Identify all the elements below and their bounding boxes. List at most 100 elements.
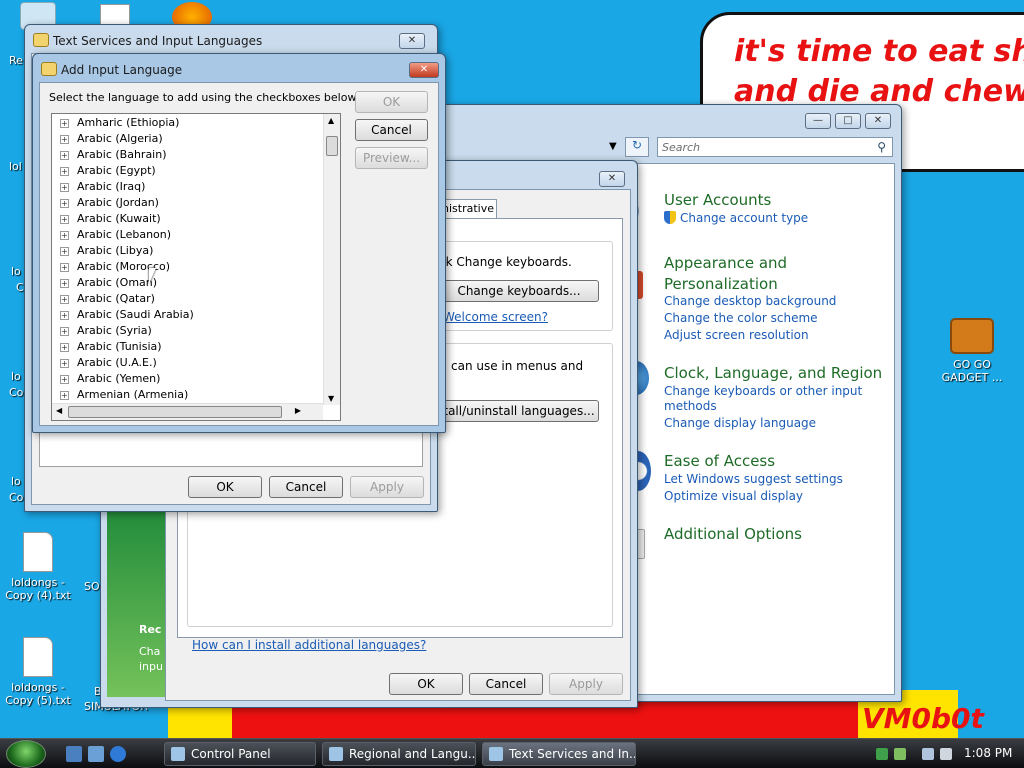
scroll-thumb[interactable] xyxy=(68,406,282,418)
keyboard-icon xyxy=(41,62,57,76)
expand-icon[interactable]: + xyxy=(60,198,69,208)
scroll-right-arrow-icon[interactable]: ▶ xyxy=(295,406,301,415)
tray-display-icon[interactable] xyxy=(922,748,934,760)
expand-icon[interactable]: + xyxy=(60,342,69,352)
expand-icon[interactable]: + xyxy=(60,278,69,288)
add-language-preview-button[interactable]: Preview... xyxy=(355,147,428,169)
expand-icon[interactable]: + xyxy=(60,182,69,192)
optimize-visual-display-link[interactable]: Optimize visual display xyxy=(664,489,803,503)
search-input[interactable]: Search ⚲ xyxy=(657,137,893,157)
tray-language-icon[interactable] xyxy=(876,748,888,760)
vertical-scrollbar[interactable]: ▲ ▼ xyxy=(323,114,340,405)
desktop-file-icon[interactable]: loldongs - Copy (5).txt xyxy=(3,637,73,707)
language-item[interactable]: + Arabic (Libya) xyxy=(60,243,153,259)
language-item[interactable]: + Arabic (Saudi Arabia) xyxy=(60,307,194,323)
internet-explorer-icon[interactable] xyxy=(110,746,126,762)
search-icon[interactable]: ⚲ xyxy=(877,140,886,154)
language-item[interactable]: + Arabic (Kuwait) xyxy=(60,211,161,227)
taskbar-item-regional[interactable]: Regional and Langu... xyxy=(322,742,476,766)
suggest-settings-link[interactable]: Let Windows suggest settings xyxy=(664,472,843,486)
scroll-up-arrow-icon[interactable]: ▲ xyxy=(328,116,334,125)
expand-icon[interactable]: + xyxy=(60,358,69,368)
language-item[interactable]: + Arabic (Bahrain) xyxy=(60,147,167,163)
expand-icon[interactable]: + xyxy=(60,230,69,240)
scroll-down-arrow-icon[interactable]: ▼ xyxy=(328,394,334,403)
expand-icon[interactable]: + xyxy=(60,150,69,160)
scroll-thumb[interactable] xyxy=(326,136,338,156)
language-item[interactable]: + Amharic (Ethiopia) xyxy=(60,115,179,131)
change-desktop-background-link[interactable]: Change desktop background xyxy=(664,294,836,308)
expand-icon[interactable]: + xyxy=(60,262,69,272)
expand-icon[interactable]: + xyxy=(60,166,69,176)
text-services-apply-button[interactable]: Apply xyxy=(350,476,424,498)
close-button[interactable]: ✕ xyxy=(399,33,425,49)
change-keyboards-button[interactable]: Change keyboards... xyxy=(439,280,599,302)
taskbar-item-control-panel[interactable]: Control Panel xyxy=(164,742,316,766)
expand-icon[interactable]: + xyxy=(60,310,69,320)
switch-windows-icon[interactable] xyxy=(88,746,104,762)
expand-icon[interactable]: + xyxy=(60,246,69,256)
scroll-left-arrow-icon[interactable]: ◀ xyxy=(56,406,62,415)
language-item[interactable]: + Armenian (Armenia) xyxy=(60,387,188,403)
appearance-heading[interactable]: Appearance and Personalization xyxy=(664,253,787,295)
language-item[interactable]: + Arabic (Jordan) xyxy=(60,195,159,211)
close-button[interactable]: ✕ xyxy=(865,113,891,129)
regional-cancel-button[interactable]: Cancel xyxy=(469,673,543,695)
text-services-ok-button[interactable]: OK xyxy=(188,476,262,498)
welcome-screen-link[interactable]: Welcome screen? xyxy=(443,310,548,324)
show-desktop-icon[interactable] xyxy=(66,746,82,762)
language-item[interactable]: + Arabic (Oman) xyxy=(60,275,157,291)
language-item[interactable]: + Arabic (Syria) xyxy=(60,323,152,339)
close-button[interactable]: ✕ xyxy=(599,171,625,187)
ease-of-access-heading[interactable]: Ease of Access xyxy=(664,452,775,470)
language-label: Arabic (U.A.E.) xyxy=(77,356,157,369)
install-languages-help-link[interactable]: How can I install additional languages? xyxy=(192,638,426,652)
tray-network-icon[interactable] xyxy=(894,748,906,760)
change-keyboards-link[interactable]: Change keyboards or other input methods xyxy=(664,384,862,414)
language-tree-list[interactable]: + Amharic (Ethiopia) + Arabic (Algeria) + A… xyxy=(51,113,341,421)
language-item[interactable]: + Arabic (Tunisia) xyxy=(60,339,162,355)
expand-icon[interactable]: + xyxy=(60,214,69,224)
taskbar: Control Panel Regional and Langu... Text… xyxy=(0,738,1024,768)
language-item[interactable]: + Arabic (Iraq) xyxy=(60,179,145,195)
regional-apply-button[interactable]: Apply xyxy=(549,673,623,695)
add-language-cancel-button[interactable]: Cancel xyxy=(355,119,428,141)
desktop-file-icon[interactable]: loldongs - Copy (4).txt xyxy=(3,532,73,602)
language-item[interactable]: + Arabic (Egypt) xyxy=(60,163,156,179)
change-account-type-link[interactable]: Change account type xyxy=(680,211,808,225)
minimize-button[interactable]: — xyxy=(805,113,831,129)
language-item[interactable]: + Arabic (Lebanon) xyxy=(60,227,171,243)
expand-icon[interactable]: + xyxy=(60,390,69,400)
text-services-cancel-button[interactable]: Cancel xyxy=(269,476,343,498)
regional-ok-button[interactable]: OK xyxy=(389,673,463,695)
install-uninstall-languages-button[interactable]: tall/uninstall languages... xyxy=(439,400,599,422)
adjust-screen-resolution-link[interactable]: Adjust screen resolution xyxy=(664,328,809,342)
language-item[interactable]: + Arabic (Algeria) xyxy=(60,131,163,147)
maximize-button[interactable]: □ xyxy=(835,113,861,129)
change-color-scheme-link[interactable]: Change the color scheme xyxy=(664,311,818,325)
refresh-button[interactable]: ↻ xyxy=(625,137,649,157)
expand-icon[interactable]: + xyxy=(60,134,69,144)
tray-volume-muted-icon[interactable] xyxy=(940,748,952,760)
close-button[interactable]: ✕ xyxy=(409,62,439,78)
language-item[interactable]: + Arabic (U.A.E.) xyxy=(60,355,157,371)
change-display-language-link[interactable]: Change display language xyxy=(664,416,816,430)
expand-icon[interactable]: + xyxy=(60,326,69,336)
horizontal-scrollbar[interactable]: ◀ ▶ xyxy=(52,403,323,420)
language-item[interactable]: + Arabic (Yemen) xyxy=(60,371,160,387)
desktop-gadget-icon[interactable]: GO GO GADGET ... xyxy=(937,318,1007,384)
expand-icon[interactable]: + xyxy=(60,118,69,128)
taskbar-item-text-services[interactable]: Text Services and In... xyxy=(482,742,636,766)
user-accounts-heading[interactable]: User Accounts xyxy=(664,191,771,209)
expand-icon[interactable]: + xyxy=(60,294,69,304)
clock-language-region-heading[interactable]: Clock, Language, and Region xyxy=(664,364,882,382)
address-dropdown-arrow[interactable]: ▼ xyxy=(609,141,617,152)
add-language-ok-button[interactable]: OK xyxy=(355,91,428,113)
additional-options-heading[interactable]: Additional Options xyxy=(664,525,802,543)
language-label: Arabic (Oman) xyxy=(77,276,158,289)
expand-icon[interactable]: + xyxy=(60,374,69,384)
add-input-language-title: Add Input Language xyxy=(61,63,183,77)
clock[interactable]: 1:08 PM xyxy=(964,746,1012,760)
language-item[interactable]: + Arabic (Qatar) xyxy=(60,291,155,307)
start-button[interactable] xyxy=(6,740,46,768)
